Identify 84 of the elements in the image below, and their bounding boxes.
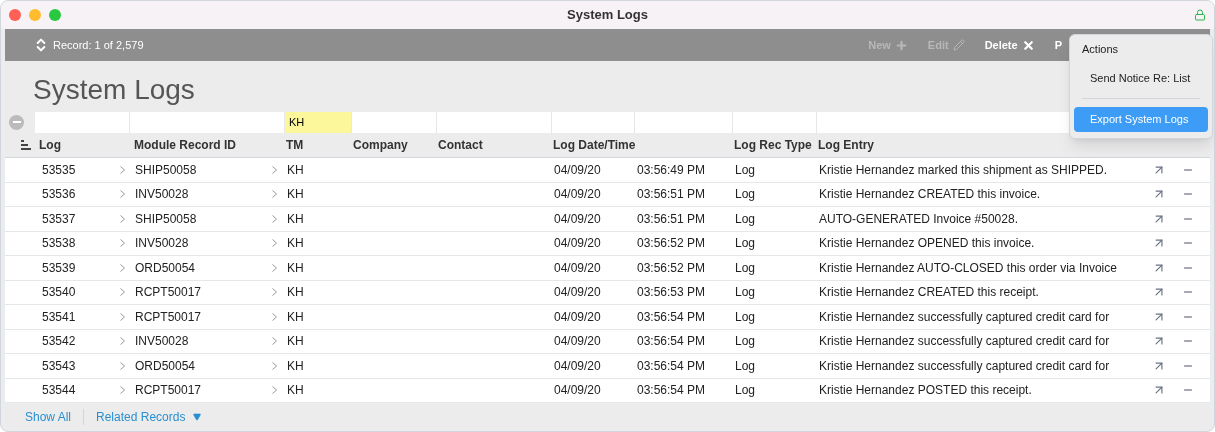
log-id-cell-text: 53541: [42, 308, 77, 326]
date-cell-text: 04/09/20: [554, 210, 602, 228]
rec-type-cell-text: Log: [735, 357, 757, 375]
rec-type-cell-text: Log: [735, 308, 757, 326]
log-id-cell-text: 53537: [42, 210, 77, 228]
column-header[interactable]: Log Date/Time: [553, 136, 636, 154]
log-entry-cell-text: AUTO-GENERATED Invoice #50028.: [819, 210, 1019, 228]
column-header[interactable]: Log: [39, 136, 134, 154]
date-cell-text: 04/09/20: [554, 259, 602, 277]
log-id-cell-text: 53540: [42, 284, 77, 302]
module-record-cell[interactable]: INV50028: [135, 234, 272, 253]
module-record-cell[interactable]: ORD50054: [135, 356, 272, 375]
tm-cell[interactable]: KH: [287, 185, 554, 204]
date-cell-text: 04/09/20: [554, 382, 602, 400]
log-id-cell-text: 53542: [42, 333, 77, 351]
column-header[interactable]: TM: [286, 136, 353, 154]
menu-item[interactable]: Send Notice Re: List: [1074, 65, 1208, 90]
rec-type-cell-text: Log: [735, 186, 757, 204]
time-cell-text: 03:56:54 PM: [637, 308, 707, 326]
column-header[interactable]: Log Entry: [818, 136, 1210, 154]
date-cell-text: 04/09/20: [554, 357, 602, 375]
tm-cell[interactable]: KH: [287, 307, 554, 326]
log-id-cell-text: 53536: [42, 186, 77, 204]
module-record-cell[interactable]: RCPT50017: [135, 283, 272, 302]
tm-cell[interactable]: KH: [287, 283, 554, 302]
module-record-cell[interactable]: SHIP50058: [135, 160, 272, 179]
log-id-cell-text: 53538: [42, 235, 77, 253]
time-cell-text: 03:56:51 PM: [637, 186, 707, 204]
rec-type-cell-text: Log: [735, 210, 757, 228]
date-cell-text: 04/09/20: [554, 235, 602, 253]
log-id-cell-text: 53544: [42, 382, 77, 400]
rec-type-cell-text: Log: [735, 333, 757, 351]
module-record-cell[interactable]: INV50028: [135, 332, 272, 351]
filter-field[interactable]: KH: [285, 111, 352, 133]
time-cell-text: 03:56:54 PM: [637, 357, 707, 375]
tm-cell[interactable]: KH: [287, 332, 554, 351]
log-entry-cell-text: Kristie Hernandez marked this shipment as SHIPPED.: [819, 161, 1109, 179]
column-header[interactable]: Log Rec Type: [734, 136, 818, 154]
menu-title: Actions: [1081, 42, 1120, 57]
column-header[interactable]: Module Record ID: [134, 136, 286, 154]
log-id-cell-text: 53535: [42, 161, 77, 179]
time-cell-text: 03:56:52 PM: [637, 235, 707, 253]
log-id-cell-text: 53543: [42, 357, 77, 375]
date-cell-text: 04/09/20: [554, 186, 602, 204]
record-counter: Record: 1 of 2,579: [53, 37, 144, 53]
date-cell-text: 04/09/20: [554, 333, 602, 351]
log-entry-cell-text: Kristie Hernandez POSTED this receipt.: [819, 382, 1033, 400]
page-title: System Logs: [33, 74, 195, 105]
tm-cell[interactable]: KH: [287, 356, 554, 375]
module-record-cell[interactable]: RCPT50017: [135, 307, 272, 326]
log-entry-cell-text: Kristie Hernandez CREATED this receipt.: [819, 284, 1040, 302]
log-entry-cell-text: Kristie Hernandez successfully captured credit card for: [819, 308, 1111, 326]
rec-type-cell-text: Log: [735, 161, 757, 179]
tm-cell[interactable]: KH: [287, 234, 554, 253]
tm-cell[interactable]: KH: [287, 381, 554, 400]
tm-cell[interactable]: KH: [287, 209, 554, 228]
time-cell-text: 03:56:52 PM: [637, 259, 707, 277]
time-cell-text: 03:56:54 PM: [637, 382, 707, 400]
module-record-cell[interactable]: INV50028: [135, 185, 272, 204]
log-entry-cell-text: Kristie Hernandez successfully captured credit card for: [819, 357, 1111, 375]
time-cell-text: 03:56:51 PM: [637, 210, 707, 228]
module-record-cell[interactable]: SHIP50058: [135, 209, 272, 228]
column-header[interactable]: Company: [353, 136, 438, 154]
date-cell-text: 04/09/20: [554, 161, 602, 179]
date-cell-text: 04/09/20: [554, 308, 602, 326]
module-record-cell[interactable]: ORD50054: [135, 258, 272, 277]
tm-cell[interactable]: KH: [287, 258, 554, 277]
window-title: System Logs: [567, 6, 648, 25]
log-entry-cell-text: Kristie Hernandez AUTO-CLOSED this order via Invoice: [819, 259, 1118, 277]
rec-type-cell-text: Log: [735, 235, 757, 253]
time-cell-text: 03:56:49 PM: [637, 161, 707, 179]
log-id-cell-text: 53539: [42, 259, 77, 277]
log-entry-cell-text: Kristie Hernandez CREATED this invoice.: [819, 186, 1042, 204]
date-cell-text: 04/09/20: [554, 284, 602, 302]
time-cell-text: 03:56:53 PM: [637, 284, 707, 302]
rec-type-cell-text: Log: [735, 259, 757, 277]
log-entry-cell-text: Kristie Hernandez successfully captured credit card for: [819, 333, 1111, 351]
time-cell-text: 03:56:54 PM: [637, 333, 707, 351]
log-entry-cell-text: Kristie Hernandez OPENED this invoice.: [819, 235, 1036, 253]
column-header[interactable]: Contact: [438, 136, 553, 154]
rec-type-cell-text: Log: [735, 284, 757, 302]
rec-type-cell-text: Log: [735, 382, 757, 400]
module-record-cell[interactable]: RCPT50017: [135, 381, 272, 400]
tm-cell[interactable]: KH: [287, 160, 554, 179]
